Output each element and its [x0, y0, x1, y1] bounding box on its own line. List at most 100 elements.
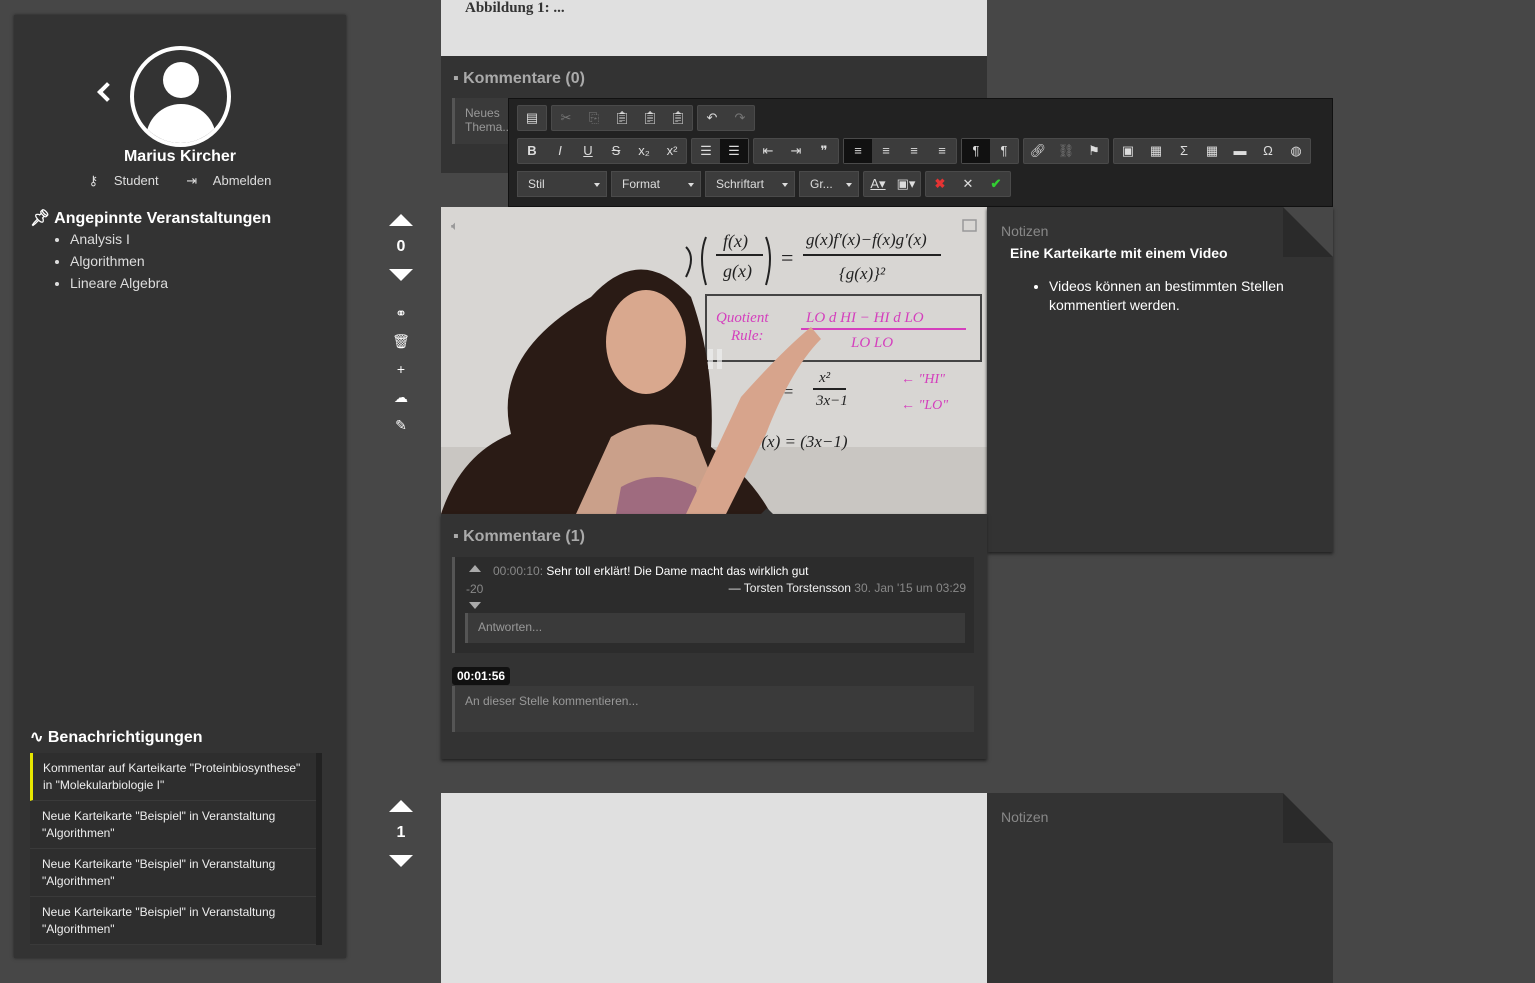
bulleted-list-icon[interactable]: ☰	[720, 139, 748, 163]
save-check-icon[interactable]: ✔	[982, 172, 1010, 196]
notes-label: Notizen	[1001, 809, 1049, 825]
logout-link[interactable]: ⇥ Abmelden	[180, 173, 277, 188]
image-icon[interactable]: ▣	[1114, 139, 1142, 163]
justify-icon[interactable]: ≡	[928, 139, 956, 163]
horizontal-rule-icon[interactable]: ▬	[1226, 139, 1254, 163]
blockquote-icon[interactable]: ❞	[810, 139, 838, 163]
strikethrough-icon[interactable]: S	[602, 139, 630, 163]
text-color-icon[interactable]: A▾	[864, 172, 892, 196]
svg-text:Rule:: Rule:	[730, 328, 763, 344]
comment-date: 30. Jan '15 um 03:29	[854, 581, 966, 595]
trash-icon[interactable]: 🗑︎	[388, 327, 414, 355]
comment-here-input[interactable]: An dieser Stelle kommentieren...	[452, 686, 974, 732]
notification-item[interactable]: Kommentar auf Karteikarte "Proteinbiosyn…	[30, 753, 316, 801]
undo-icon[interactable]: ↶	[698, 106, 726, 130]
notification-item[interactable]: Neue Karteikarte "Beispiel" in Veranstal…	[30, 897, 316, 945]
comments-title-text: Kommentare (1)	[463, 528, 585, 545]
format-select[interactable]: Format	[611, 171, 701, 197]
superscript-icon[interactable]: x²	[658, 139, 686, 163]
math-sigma-icon[interactable]: Σ	[1170, 139, 1198, 163]
plus-icon[interactable]: +	[388, 355, 414, 383]
comment-upvote-icon[interactable]	[469, 565, 481, 572]
reply-input[interactable]: Antworten...	[465, 613, 965, 643]
subscript-icon[interactable]: x₂	[630, 139, 658, 163]
unlink-icon[interactable]: ⛓	[1052, 139, 1080, 163]
notification-item[interactable]: Neue Karteikarte "Beispiel" in Veranstal…	[30, 849, 316, 897]
notification-list[interactable]: Kommentar auf Karteikarte "Proteinbiosyn…	[30, 753, 322, 945]
redo-icon[interactable]: ↷	[726, 106, 754, 130]
style-select[interactable]: Stil	[517, 171, 607, 197]
paste-word-icon[interactable]: 📋︎	[664, 106, 692, 130]
pinned-heading: 📌︎ Angepinnte Veranstaltungen	[30, 208, 271, 228]
svg-text:g(x)f'(x)−f(x)g'(x): g(x)f'(x)−f(x)g'(x)	[806, 230, 927, 249]
card3-content[interactable]	[441, 793, 987, 983]
pinned-title-text: Angepinnte Veranstaltungen	[54, 210, 272, 227]
notes-heading: Eine Karteikarte mit einem Video	[1010, 245, 1228, 261]
notes-panel[interactable]: Notizen Eine Karteikarte mit einem Video…	[987, 207, 1333, 552]
font-select[interactable]: Schriftart	[705, 171, 795, 197]
svg-text:x²: x²	[818, 370, 831, 386]
italic-icon[interactable]: I	[546, 139, 574, 163]
role-link[interactable]: ⚷ Student	[83, 173, 165, 188]
iframe-globe-icon[interactable]: ◍	[1282, 139, 1310, 163]
comment-time[interactable]: 00:00:10:	[493, 564, 543, 578]
cut-icon[interactable]: ✂	[552, 106, 580, 130]
video-marker-caret	[761, 508, 773, 514]
remove-format-icon[interactable]: ✕	[954, 172, 982, 196]
media-icon[interactable]: ▦	[1142, 139, 1170, 163]
notification-item[interactable]: Neue Karteikarte "Beispiel" in Veranstal…	[30, 801, 316, 849]
comments-heading: ▪ Kommentare (0)	[441, 70, 987, 88]
background-color-icon[interactable]: ▣▾	[892, 172, 920, 196]
avatar[interactable]	[130, 46, 231, 147]
outdent-icon[interactable]: ⇤	[754, 139, 782, 163]
comment-text: Sehr toll erklärt! Die Dame macht das wi…	[546, 564, 809, 578]
svg-text:g(x): g(x)	[723, 261, 752, 282]
link-icon[interactable]: ⚭	[388, 299, 414, 327]
align-center-icon[interactable]: ≡	[872, 139, 900, 163]
paste-text-icon[interactable]: 📋︎	[636, 106, 664, 130]
back-arrow-icon[interactable]	[97, 82, 117, 102]
indent-icon[interactable]: ⇥	[782, 139, 810, 163]
bold-icon[interactable]: B	[518, 139, 546, 163]
link-icon[interactable]: 🔗︎	[1024, 139, 1052, 163]
size-select[interactable]: Gr...	[799, 171, 859, 197]
comment-author: — Torsten Torstensson	[728, 581, 851, 595]
align-right-icon[interactable]: ≡	[900, 139, 928, 163]
cancel-red-x-icon[interactable]: ✖	[926, 172, 954, 196]
underline-icon[interactable]: U	[574, 139, 602, 163]
notes-list: Videos können an bestimmten Stellen komm…	[1049, 277, 1309, 315]
downvote-icon[interactable]	[389, 269, 413, 281]
align-left-icon[interactable]: ≡	[844, 139, 872, 163]
numbered-list-icon[interactable]: ☰	[692, 139, 720, 163]
pause-icon[interactable]	[708, 349, 713, 369]
volume-icon[interactable]: 🔈︎	[451, 218, 459, 233]
video-player[interactable]: f(x) g(x) = g(x)f'(x)−f(x)g'(x) {g(x)}² …	[441, 207, 987, 514]
edit-icon[interactable]: ✎	[388, 411, 414, 439]
vote-panel: 0 ⚭ 🗑︎ + ☁ ✎	[388, 214, 414, 439]
cloud-upload-icon[interactable]: ☁	[388, 383, 414, 411]
upvote-icon[interactable]	[389, 214, 413, 226]
pinned-item[interactable]: Lineare Algebra	[70, 275, 168, 297]
svg-text:f'(x) = (3x−1): f'(x) = (3x−1)	[753, 432, 848, 451]
rtl-icon[interactable]: ¶	[990, 139, 1018, 163]
upvote-icon[interactable]	[389, 800, 413, 812]
notes-panel[interactable]: Notizen	[987, 793, 1333, 983]
anchor-flag-icon[interactable]: ⚑	[1080, 139, 1108, 163]
downvote-icon[interactable]	[389, 855, 413, 867]
paste-icon[interactable]: 📋︎	[608, 106, 636, 130]
source-icon[interactable]: ▤	[518, 106, 546, 130]
special-char-icon[interactable]: Ω	[1254, 139, 1282, 163]
pinned-item[interactable]: Analysis I	[70, 231, 168, 253]
rich-text-toolbar: ▤ ✂ ⎘ 📋︎ 📋︎ 📋︎ ↶ ↷ B I U S x₂ x² ☰ ☰ ⇤ ⇥	[508, 98, 1333, 207]
new-topic-input[interactable]: Neues Thema...	[452, 98, 512, 144]
svg-text:3x−1: 3x−1	[815, 393, 848, 409]
comments-icon: ▪	[453, 528, 459, 545]
copy-icon[interactable]: ⎘	[580, 106, 608, 130]
ltr-icon[interactable]: ¶	[962, 139, 990, 163]
comment-downvote-icon[interactable]	[469, 602, 481, 609]
timestamp-badge: 00:01:56	[452, 667, 511, 685]
video-frame: f(x) g(x) = g(x)f'(x)−f(x)g'(x) {g(x)}² …	[441, 207, 987, 514]
page-fold-corner	[1283, 793, 1333, 843]
pinned-item[interactable]: Algorithmen	[70, 253, 168, 275]
table-icon[interactable]: ▦	[1198, 139, 1226, 163]
